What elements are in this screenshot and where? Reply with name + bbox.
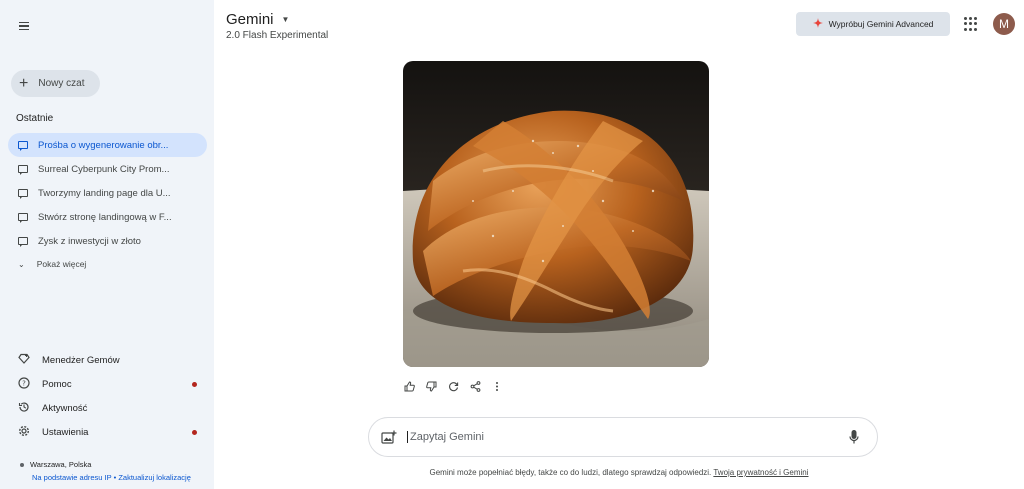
show-more-button[interactable]: ⌄ Pokaż więcej <box>18 259 86 269</box>
new-chat-button[interactable]: + Nowy czat <box>11 70 100 97</box>
recent-item[interactable]: Surreal Cyberpunk City Prom... <box>8 157 207 181</box>
thumb-down-icon[interactable] <box>425 380 437 392</box>
recent-item-label: Stwórz stronę landingową w F... <box>38 211 172 223</box>
generated-image[interactable] <box>403 61 709 367</box>
sidebar: + Nowy czat Ostatnie Prośba o wygenerowa… <box>0 0 214 489</box>
add-image-icon[interactable] <box>381 430 397 444</box>
prompt-bar <box>368 417 878 457</box>
nav-activity[interactable]: Aktywność <box>8 396 207 420</box>
nav-settings[interactable]: Ustawienia <box>8 420 207 444</box>
nav-activity-label: Aktywność <box>42 402 88 414</box>
gear-icon <box>18 425 30 440</box>
svg-text:?: ? <box>22 379 26 387</box>
location-place: Warszawa, Polska <box>30 460 92 469</box>
chat-icon <box>18 189 28 199</box>
gem-icon <box>18 353 30 367</box>
bottom-nav: Menedżer Gemów ? Pomoc Aktywność Ustawie… <box>8 348 207 444</box>
location-info: Warszawa, Polska <box>20 460 91 469</box>
chat-icon <box>18 213 28 223</box>
location-bullet <box>20 463 24 468</box>
menu-icon[interactable] <box>14 16 34 36</box>
share-icon[interactable] <box>469 380 481 392</box>
recent-item-label: Zysk z inwestycji w złoto <box>38 235 141 247</box>
notification-dot <box>192 382 197 387</box>
location-links: Na podstawie adresu IP • Zaktualizuj lok… <box>32 473 191 482</box>
nav-help[interactable]: ? Pomoc <box>8 372 207 396</box>
new-chat-label: Nowy czat <box>38 78 85 89</box>
location-separator: • <box>113 473 117 482</box>
try-advanced-label: Wypróbuj Gemini Advanced <box>828 19 934 29</box>
disclaimer: Gemini może popełniać błędy, także co do… <box>214 468 1024 477</box>
nav-help-label: Pomoc <box>42 378 72 390</box>
prompt-input[interactable] <box>407 431 849 443</box>
recent-title: Ostatnie <box>16 113 54 124</box>
recent-item[interactable]: Stwórz stronę landingową w F... <box>8 205 207 229</box>
thumb-up-icon[interactable] <box>403 380 415 392</box>
help-icon: ? <box>18 376 30 392</box>
spark-icon <box>812 17 823 31</box>
model-selector[interactable]: Gemini ▼ <box>226 11 289 28</box>
try-advanced-button[interactable]: Wypróbuj Gemini Advanced <box>796 12 950 36</box>
update-location-link[interactable]: Zaktualizuj lokalizację <box>118 473 191 482</box>
show-more-label: Pokaż więcej <box>36 259 87 269</box>
recent-item[interactable]: Zysk z inwestycji w złoto <box>8 229 207 253</box>
apps-icon[interactable] <box>964 17 978 31</box>
app-title: Gemini <box>226 11 274 28</box>
recent-item-label: Prośba o wygenerowanie obr... <box>38 139 169 151</box>
bread-illustration <box>403 61 709 367</box>
caret-down-icon: ▼ <box>281 15 290 24</box>
nav-settings-label: Ustawienia <box>42 426 89 438</box>
history-icon <box>18 401 30 416</box>
regenerate-icon[interactable] <box>447 380 459 392</box>
nav-gems-label: Menedżer Gemów <box>42 354 120 366</box>
model-name: 2.0 Flash Experimental <box>226 30 329 41</box>
plus-icon: + <box>19 74 29 92</box>
chevron-down-icon: ⌄ <box>18 259 25 269</box>
more-icon[interactable] <box>491 380 503 392</box>
recent-item[interactable]: Prośba o wygenerowanie obr... <box>8 133 207 157</box>
chat-icon <box>18 141 28 151</box>
mic-icon[interactable] <box>849 429 859 445</box>
recent-item[interactable]: Tworzymy landing page dla U... <box>8 181 207 205</box>
disclaimer-text: Gemini może popełniać błędy, także co do… <box>429 468 712 477</box>
privacy-link[interactable]: Twoja prywatność i Gemini <box>713 468 808 477</box>
ip-source-link[interactable]: Na podstawie adresu IP <box>32 473 112 482</box>
recent-item-label: Surreal Cyberpunk City Prom... <box>38 163 170 175</box>
avatar[interactable]: M <box>993 13 1015 35</box>
nav-gems[interactable]: Menedżer Gemów <box>8 348 207 372</box>
chat-icon <box>18 165 28 175</box>
response-actions <box>403 380 503 392</box>
recent-list: Prośba o wygenerowanie obr... Surreal Cy… <box>8 133 207 253</box>
chat-icon <box>18 237 28 247</box>
recent-item-label: Tworzymy landing page dla U... <box>38 187 171 199</box>
notification-dot <box>192 430 197 435</box>
